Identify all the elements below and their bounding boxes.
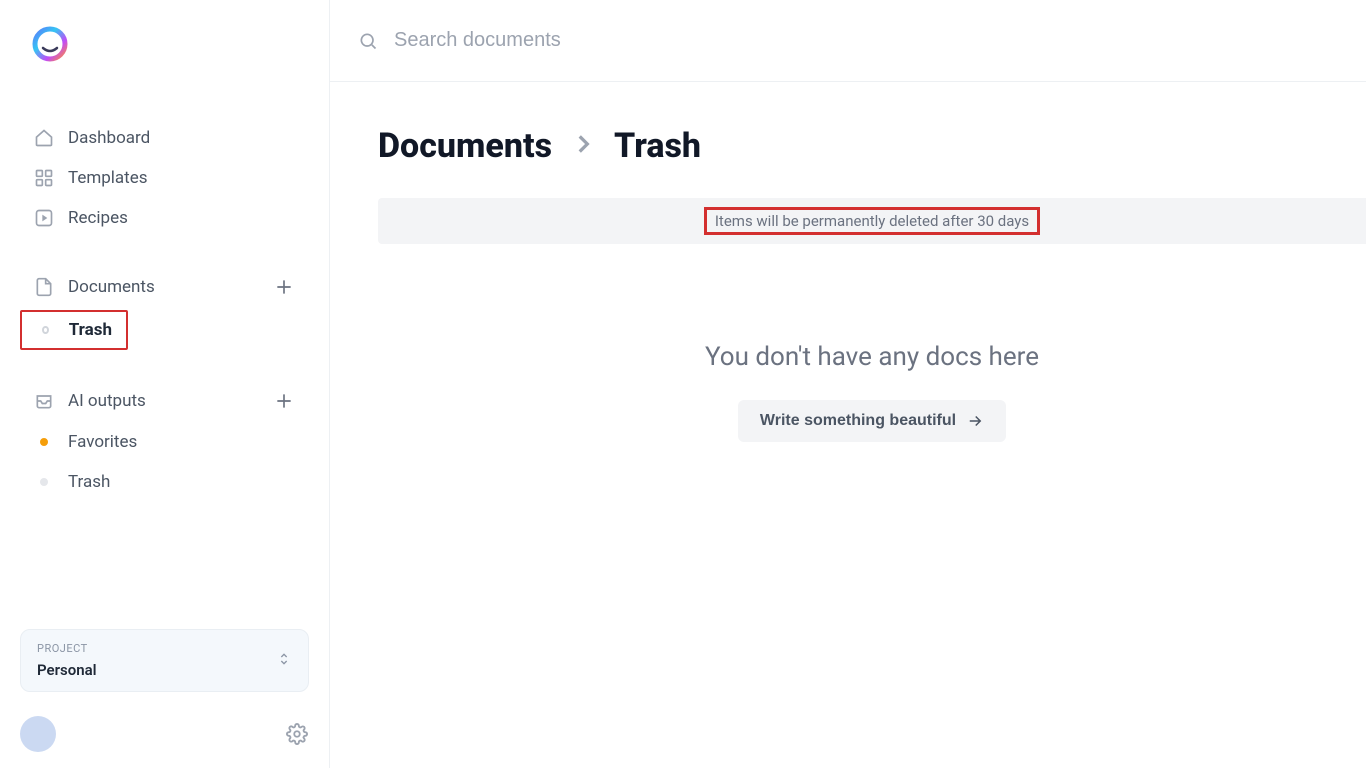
dot-icon <box>40 478 48 486</box>
page-body: Documents Trash Items will be permanentl… <box>330 82 1366 768</box>
retention-notice: Items will be permanently deleted after … <box>378 198 1366 244</box>
main-content: Documents Trash Items will be permanentl… <box>330 0 1366 768</box>
app-logo[interactable] <box>30 24 70 64</box>
sidebar-outputs-section: AI outputs Favorites Trash <box>20 382 309 504</box>
add-output-button[interactable] <box>273 390 295 412</box>
retention-notice-text: Items will be permanently deleted after … <box>704 207 1040 235</box>
sidebar-item-label: Trash <box>68 472 110 492</box>
search-icon <box>358 31 378 51</box>
sidebar-primary-nav: Dashboard Templates Recipes <box>20 120 309 240</box>
chevron-up-down-icon <box>276 651 292 671</box>
sidebar-item-label: Templates <box>68 168 148 188</box>
sidebar-item-label: Documents <box>68 277 155 297</box>
write-something-button[interactable]: Write something beautiful <box>738 400 1006 442</box>
sidebar-item-recipes[interactable]: Recipes <box>20 200 309 236</box>
sidebar-item-outputs-trash[interactable]: Trash <box>20 464 309 500</box>
empty-headline: You don't have any docs here <box>378 342 1366 372</box>
file-icon <box>34 277 54 297</box>
add-document-button[interactable] <box>273 276 295 298</box>
sidebar-footer <box>20 716 309 752</box>
inbox-icon <box>34 391 54 411</box>
sidebar: Dashboard Templates Recipes Documents <box>0 0 330 768</box>
sidebar-item-documents-trash[interactable]: Trash <box>20 310 128 350</box>
grid-icon <box>34 168 54 188</box>
avatar[interactable] <box>20 716 56 752</box>
project-caption: PROJECT <box>37 642 276 655</box>
sidebar-item-dashboard[interactable]: Dashboard <box>20 120 309 156</box>
sidebar-item-label: AI outputs <box>68 391 146 411</box>
chevron-right-icon <box>570 126 596 166</box>
play-square-icon <box>34 208 54 228</box>
sidebar-documents-section: Documents Trash <box>20 268 309 354</box>
breadcrumb: Documents Trash <box>378 126 1366 166</box>
breadcrumb-root[interactable]: Documents <box>378 126 552 166</box>
empty-state: You don't have any docs here Write somet… <box>378 342 1366 442</box>
project-name: Personal <box>37 661 276 679</box>
sidebar-item-favorites[interactable]: Favorites <box>20 424 309 460</box>
sidebar-item-templates[interactable]: Templates <box>20 160 309 196</box>
search-bar <box>330 0 1366 82</box>
sidebar-item-label: Favorites <box>68 432 137 452</box>
search-input[interactable] <box>394 29 1338 52</box>
circle-icon <box>42 326 49 334</box>
arrow-right-icon <box>966 412 984 430</box>
home-icon <box>34 128 54 148</box>
cta-label: Write something beautiful <box>760 412 956 430</box>
sidebar-item-label: Trash <box>69 320 112 340</box>
breadcrumb-current: Trash <box>614 126 701 166</box>
sidebar-item-documents[interactable]: Documents <box>20 268 309 306</box>
settings-button[interactable] <box>285 722 309 746</box>
sidebar-item-ai-outputs[interactable]: AI outputs <box>20 382 309 420</box>
sidebar-item-label: Dashboard <box>68 128 150 148</box>
project-selector[interactable]: PROJECT Personal <box>20 629 309 692</box>
sidebar-item-label: Recipes <box>68 208 128 228</box>
dot-icon <box>40 438 48 446</box>
